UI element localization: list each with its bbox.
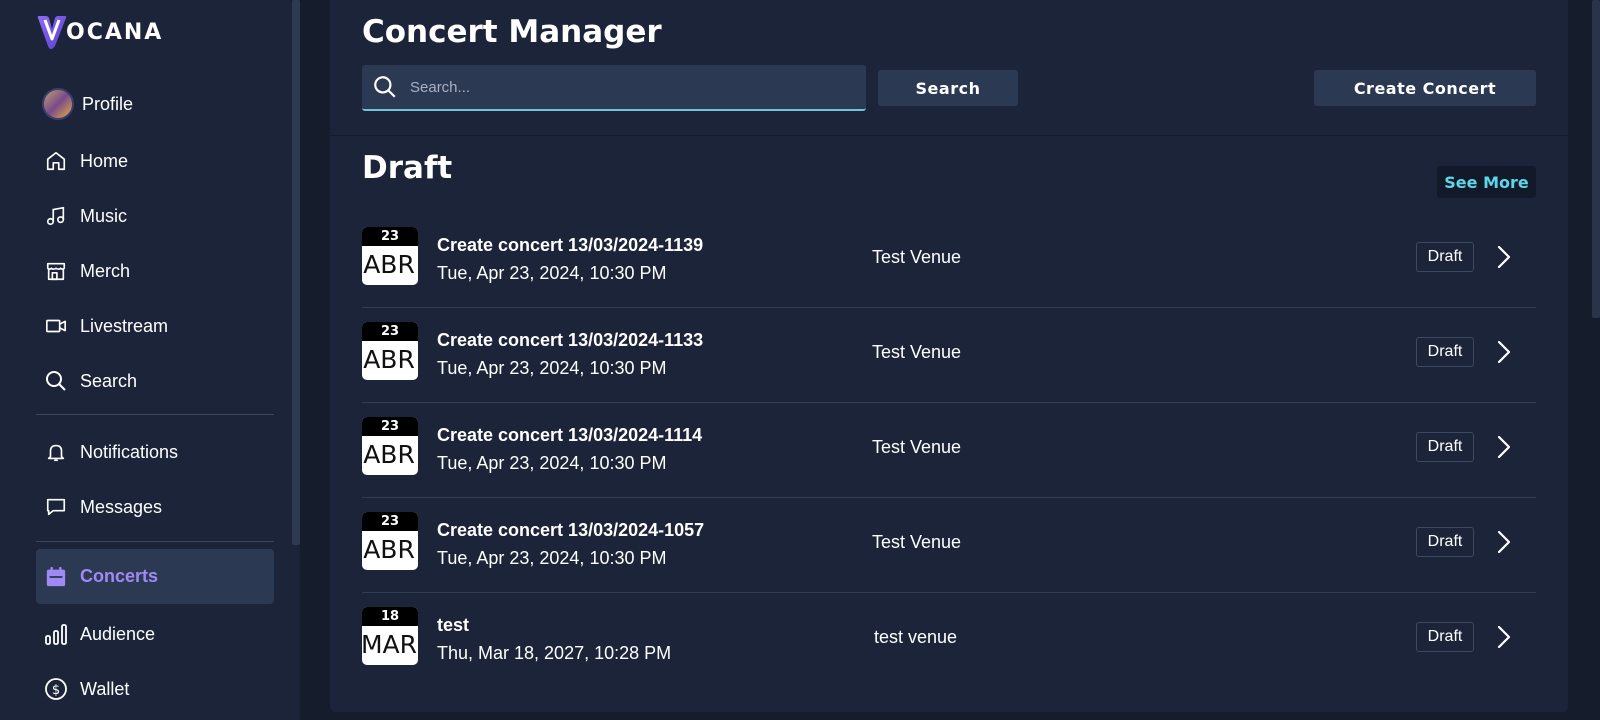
chevron-right-icon[interactable] (1492, 623, 1516, 651)
calendar-day: 23 (362, 512, 418, 531)
concert-venue: Test Venue (872, 247, 962, 267)
concert-venue: test venue (874, 627, 958, 647)
chevron-right-icon[interactable] (1492, 433, 1516, 461)
calendar-date-icon: 23 ABR (362, 322, 418, 380)
avatar (42, 88, 74, 120)
concert-title: Create concert 13/03/2024-1114 (437, 425, 703, 445)
svg-text:$: $ (52, 683, 60, 698)
status-badge: Draft (1416, 432, 1474, 462)
calendar-month: ABR (363, 440, 415, 469)
page-scrollbar[interactable] (1592, 0, 1600, 318)
calendar-day: 23 (362, 417, 418, 436)
sidebar-item-label: Profile (82, 93, 134, 114)
sidebar-item-music[interactable]: Music (36, 191, 274, 241)
calendar-day: 18 (362, 607, 418, 626)
sidebar-item-livestream[interactable]: Livestream (36, 301, 274, 351)
calendar-month: ABR (363, 535, 415, 564)
calendar-month: MAR (362, 630, 418, 659)
sidebar-item-label: Audience (80, 623, 156, 644)
calendar-day: 23 (362, 227, 418, 246)
search-icon (44, 369, 68, 393)
status-badge: Draft (1416, 527, 1474, 557)
list-item[interactable]: 23 ABR Create concert 13/03/2024-1057 Tu… (362, 496, 1536, 593)
see-more-button[interactable]: See More (1437, 166, 1536, 198)
sidebar-scrollbar[interactable] (292, 0, 300, 545)
sidebar-item-label: Wallet (80, 678, 130, 699)
logo-v-icon (37, 16, 67, 49)
calendar-date-icon: 23 ABR (362, 417, 418, 475)
status-badge: Draft (1416, 242, 1474, 272)
concert-date: Tue, Apr 23, 2024, 10:30 PM (437, 358, 667, 378)
sidebar-item-label: Home (80, 150, 129, 171)
dollar-circle-icon: $ (44, 677, 68, 701)
concert-date: Thu, Mar 18, 2027, 10:28 PM (437, 643, 672, 663)
calendar-date-icon: 23 ABR (362, 512, 418, 570)
list-item[interactable]: 18 MAR test Thu, Mar 18, 2027, 10:28 PM … (362, 591, 1536, 688)
calendar-month: ABR (363, 250, 415, 279)
concert-title: Create concert 13/03/2024-1139 (437, 235, 704, 255)
concert-date: Tue, Apr 23, 2024, 10:30 PM (437, 453, 667, 473)
chevron-right-icon[interactable] (1492, 243, 1516, 271)
bar-chart-icon (44, 622, 68, 646)
vocana-logo[interactable]: OCANA (36, 14, 163, 50)
sidebar-item-label: Merch (80, 260, 131, 281)
sidebar-divider (36, 541, 274, 542)
list-item[interactable]: 23 ABR Create concert 13/03/2024-1139 Tu… (362, 211, 1536, 308)
search-icon (374, 76, 396, 98)
sidebar-item-label: Livestream (80, 315, 169, 336)
concert-title: Create concert 13/03/2024-1057 (437, 520, 705, 540)
logo-text: OCANA (66, 19, 164, 45)
search-input[interactable] (410, 78, 850, 96)
sidebar-item-merch[interactable]: Merch (36, 246, 274, 296)
list-item[interactable]: 23 ABR Create concert 13/03/2024-1114 Tu… (362, 401, 1536, 498)
concert-title: Create concert 13/03/2024-1133 (437, 330, 704, 350)
concert-venue: Test Venue (872, 532, 962, 552)
chevron-right-icon[interactable] (1492, 528, 1516, 556)
chevron-right-icon[interactable] (1492, 338, 1516, 366)
concert-date: Tue, Apr 23, 2024, 10:30 PM (437, 548, 667, 568)
chat-icon (44, 495, 68, 519)
calendar-date-icon: 23 ABR (362, 227, 418, 285)
page-title: Concert Manager (362, 14, 662, 50)
sidebar-item-label: Search (80, 370, 138, 391)
sidebar-item-profile[interactable]: Profile (36, 79, 274, 129)
sidebar-item-messages[interactable]: Messages (36, 482, 274, 532)
sidebar-item-home[interactable]: Home (36, 136, 274, 186)
bell-icon (44, 440, 68, 464)
search-button[interactable]: Search (878, 70, 1018, 106)
calendar-date-icon: 18 MAR (362, 607, 418, 665)
sidebar-item-concerts[interactable]: Concerts (36, 549, 274, 604)
list-item[interactable]: 23 ABR Create concert 13/03/2024-1133 Tu… (362, 306, 1536, 403)
sidebar-item-label: Music (80, 205, 128, 226)
search-field[interactable] (362, 65, 866, 111)
store-icon (44, 259, 68, 283)
sidebar-item-audience[interactable]: Audience (36, 609, 274, 659)
sidebar-item-label: Notifications (80, 441, 179, 462)
create-concert-button[interactable]: Create Concert (1314, 70, 1536, 106)
video-camera-icon (44, 314, 68, 338)
sidebar-item-search[interactable]: Search (36, 356, 274, 406)
status-badge: Draft (1416, 337, 1474, 367)
home-icon (44, 149, 68, 173)
sidebar-item-label: Concerts (80, 566, 159, 586)
music-note-icon (44, 204, 68, 228)
concert-date: Tue, Apr 23, 2024, 10:30 PM (437, 263, 667, 283)
calendar-month: ABR (363, 345, 415, 374)
sidebar-item-label: Messages (80, 496, 163, 517)
concert-venue: Test Venue (872, 342, 962, 362)
status-badge: Draft (1416, 622, 1474, 652)
sidebar-item-wallet[interactable]: $ Wallet (36, 664, 274, 714)
section-title-draft: Draft (362, 150, 453, 186)
sidebar: OCANA Profile Home Music Merch Livestrea… (0, 0, 300, 720)
sidebar-divider (36, 414, 274, 415)
calendar-icon (44, 565, 68, 589)
concert-title: test (437, 615, 470, 635)
sidebar-item-notifications[interactable]: Notifications (36, 427, 274, 477)
calendar-day: 23 (362, 322, 418, 341)
header-separator (330, 135, 1568, 136)
concert-venue: Test Venue (872, 437, 962, 457)
